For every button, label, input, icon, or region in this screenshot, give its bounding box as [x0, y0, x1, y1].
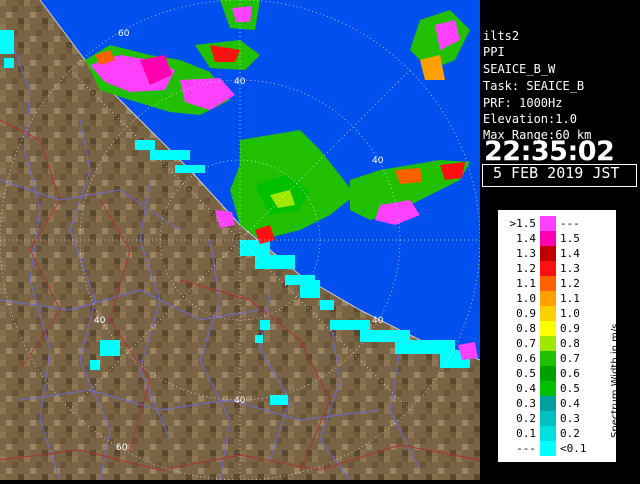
legend-upper-bound: 0.4: [560, 397, 580, 410]
legend-upper-bound: 0.9: [560, 322, 580, 335]
legend-row: 1.0 1.1: [498, 291, 616, 306]
legend-swatch: [540, 351, 556, 366]
legend-lower-bound: 1.3: [516, 247, 536, 260]
legend-row: 0.7 0.8: [498, 336, 616, 351]
legend-row: 0.3 0.4: [498, 396, 616, 411]
legend-upper-bound: 0.8: [560, 337, 580, 350]
legend-row: 0.9 1.0: [498, 306, 616, 321]
legend-swatch: [540, 366, 556, 381]
scan-date: 5 FEB 2019 JST: [493, 164, 620, 182]
legend-swatch: [540, 306, 556, 321]
legend-lower-bound: 0.1: [516, 427, 536, 440]
legend-swatch: [540, 411, 556, 426]
info-panel: ilts2 PPI SEAICE_B_W Task: SEAICE_B PRF:…: [480, 0, 640, 480]
legend-lower-bound: 1.1: [516, 277, 536, 290]
legend-lower-bound: 1.2: [516, 262, 536, 275]
legend-swatch: [540, 216, 556, 231]
legend-lower-bound: 0.7: [516, 337, 536, 350]
legend-swatch: [540, 336, 556, 351]
radar-ppi-map: 60 40 40 40 40 40 60: [0, 0, 481, 481]
legend-lower-bound: 0.2: [516, 412, 536, 425]
legend-row: 0.8 0.9: [498, 321, 616, 336]
legend-upper-bound: <0.1: [560, 442, 587, 455]
legend-row: --- <0.1: [498, 441, 616, 456]
radar-map-svg: 60 40 40 40 40 40 60: [0, 0, 481, 481]
legend-row: 0.6 0.7: [498, 351, 616, 366]
legend-upper-bound: 0.5: [560, 382, 580, 395]
range-label: 40: [372, 156, 384, 166]
legend-lower-bound: 0.6: [516, 352, 536, 365]
legend-row: 0.4 0.5: [498, 381, 616, 396]
legend-lower-bound: 1.4: [516, 232, 536, 245]
legend-upper-bound: 1.2: [560, 277, 580, 290]
legend-row: 0.5 0.6: [498, 366, 616, 381]
scan-time: 22:35:02: [484, 136, 615, 167]
range-label: 40: [234, 77, 246, 87]
legend-row: 1.3 1.4: [498, 246, 616, 261]
legend-row: 1.1 1.2: [498, 276, 616, 291]
legend-lower-bound: 0.9: [516, 307, 536, 320]
legend-lower-bound: >1.5: [509, 217, 537, 230]
elevation-value: Elevation:1.0: [483, 112, 577, 126]
legend-swatch: [540, 276, 556, 291]
legend-upper-bound: 0.3: [560, 412, 580, 425]
legend-swatch: [540, 426, 556, 441]
legend-upper-bound: 1.5: [560, 232, 580, 245]
legend-lower-bound: 1.0: [516, 292, 536, 305]
range-label: 40: [372, 316, 384, 326]
legend-swatch: [540, 396, 556, 411]
product-name: SEAICE_B_W: [483, 62, 556, 76]
legend-swatch: [540, 231, 556, 246]
range-label: 40: [234, 396, 246, 406]
legend-swatch: [540, 321, 556, 336]
range-label: 60: [116, 443, 128, 453]
legend-lower-bound: 0.5: [516, 367, 536, 380]
legend-row: 1.4 1.5: [498, 231, 616, 246]
legend-row: 1.2 1.3: [498, 261, 616, 276]
legend-upper-bound: 0.6: [560, 367, 580, 380]
legend-row: >1.5 ---: [498, 216, 616, 231]
legend-swatch: [540, 381, 556, 396]
legend-swatch: [540, 246, 556, 261]
legend-upper-bound: 0.2: [560, 427, 580, 440]
legend-upper-bound: 1.0: [560, 307, 580, 320]
legend-upper-bound: 1.1: [560, 292, 580, 305]
legend-upper-bound: 0.7: [560, 352, 580, 365]
range-label: 60: [118, 29, 130, 39]
legend-lower-bound: 0.3: [516, 397, 536, 410]
legend-lower-bound: ---: [516, 442, 536, 455]
range-label: 40: [94, 316, 106, 326]
legend-title: Spectrum Width in m/s: [610, 323, 621, 438]
legend-row: 0.2 0.3: [498, 411, 616, 426]
legend-row: 0.1 0.2: [498, 426, 616, 441]
task-name: Task: SEAICE_B: [483, 79, 585, 93]
color-legend: >1.5 --- 1.4 1.5 1.3 1.4 1.2 1.3 1.1 1.2 1.0 1.1 0.9…: [498, 210, 621, 462]
legend-swatch: [540, 291, 556, 306]
legend-upper-bound: 1.4: [560, 247, 580, 260]
legend-swatch: [540, 261, 556, 276]
legend-upper-bound: 1.3: [560, 262, 580, 275]
legend-upper-bound: ---: [560, 217, 580, 230]
radar-site: ilts2: [483, 29, 520, 43]
prf-value: PRF: 1000Hz: [483, 96, 563, 110]
scan-type: PPI: [483, 45, 505, 59]
legend-swatch: [540, 441, 556, 456]
legend-lower-bound: 0.4: [516, 382, 536, 395]
legend-lower-bound: 0.8: [516, 322, 536, 335]
